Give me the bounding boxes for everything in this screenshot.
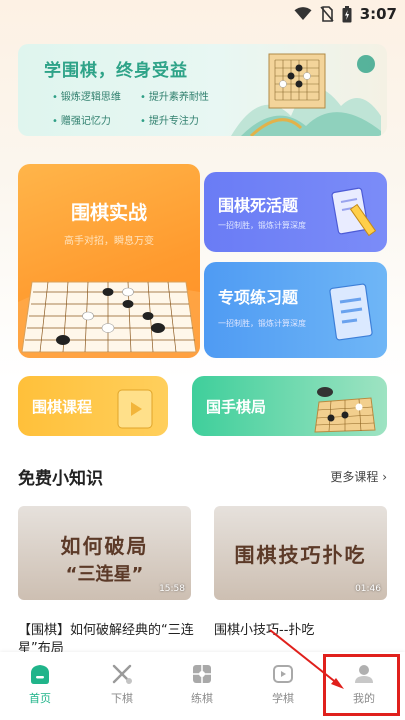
nav-label: 下棋 [111, 692, 133, 705]
nav-label: 首页 [29, 692, 51, 705]
practice-title: 专项练习题 [218, 288, 299, 307]
play-chess-icon [112, 664, 132, 684]
video-play-icon [117, 389, 153, 429]
thumbnail-text: “三连星” [65, 564, 144, 585]
nav-label: 学棋 [272, 692, 294, 705]
master-game-card[interactable]: 国手棋局 [192, 376, 387, 436]
real-game-subtitle: 高手对招，瞬息万变 [64, 236, 154, 247]
banner-title: 学围棋，终身受益 [44, 61, 188, 81]
book-icon [329, 283, 373, 341]
practice-subtitle: 一招制胜，锻炼计算深度 [218, 319, 306, 328]
no-sim-icon [320, 6, 334, 22]
video-duration: 01:46 [355, 584, 381, 594]
promo-banner[interactable]: 学围棋，终身受益 锻炼逻辑思维 提升素养耐性 赠强记忆力 提升专注力 [18, 44, 387, 136]
banner-bullets: 锻炼逻辑思维 提升素养耐性 赠强记忆力 提升专注力 [52, 88, 232, 127]
go-board-small-icon [314, 387, 376, 433]
life-death-card[interactable]: 围棋死活题 一招制胜，锻炼计算深度 [204, 172, 387, 252]
real-game-card[interactable]: 围棋实战 高手对招，瞬息万变 [18, 164, 200, 358]
highlight-box [323, 654, 400, 716]
status-bar: 3:07 [0, 0, 405, 30]
practice-board-icon [193, 665, 211, 683]
nav-home[interactable]: 首页 [10, 662, 70, 706]
nav-practice[interactable]: 练棋 [172, 662, 232, 706]
practice-card[interactable]: 专项练习题 一招制胜，锻炼计算深度 [204, 262, 387, 358]
nav-label: 练棋 [191, 692, 213, 705]
banner-bullet: 提升专注力 [140, 112, 232, 127]
learn-video-icon [273, 665, 293, 683]
video-title[interactable]: 围棋小技巧--扑吃 [214, 622, 394, 640]
nav-play[interactable]: 下棋 [92, 662, 152, 706]
real-game-title: 围棋实战 [70, 202, 147, 224]
banner-bullet: 提升素养耐性 [140, 88, 232, 103]
battery-icon [342, 5, 352, 22]
notebook-pencil-icon [331, 187, 377, 237]
thumbnail-text: 围棋技巧扑吃 [234, 543, 367, 567]
video-thumbnail[interactable]: 如何破局 “三连星” 15:58 [18, 506, 191, 600]
course-card[interactable]: 围棋课程 [18, 376, 168, 436]
wifi-icon [294, 7, 312, 20]
banner-bullet: 赠强记忆力 [52, 112, 140, 127]
section-title: 免费小知识 [18, 469, 103, 489]
more-courses-link[interactable]: 更多课程 › [330, 468, 387, 485]
go-board-illustration [18, 281, 200, 358]
thumbnail-text: 如何破局 [60, 534, 149, 558]
clock: 3:07 [359, 5, 397, 23]
life-death-subtitle: 一招制胜，锻炼计算深度 [218, 221, 306, 230]
nav-learn[interactable]: 学棋 [253, 662, 313, 706]
banner-bullet: 锻炼逻辑思维 [52, 88, 140, 103]
life-death-title: 围棋死活题 [218, 196, 299, 215]
banner-illustration [231, 53, 381, 136]
home-icon [31, 665, 49, 684]
video-thumbnail[interactable]: 围棋技巧扑吃 01:46 [214, 506, 387, 600]
video-duration: 15:58 [159, 584, 185, 594]
master-game-title: 国手棋局 [206, 398, 267, 416]
course-title: 围棋课程 [32, 398, 93, 416]
